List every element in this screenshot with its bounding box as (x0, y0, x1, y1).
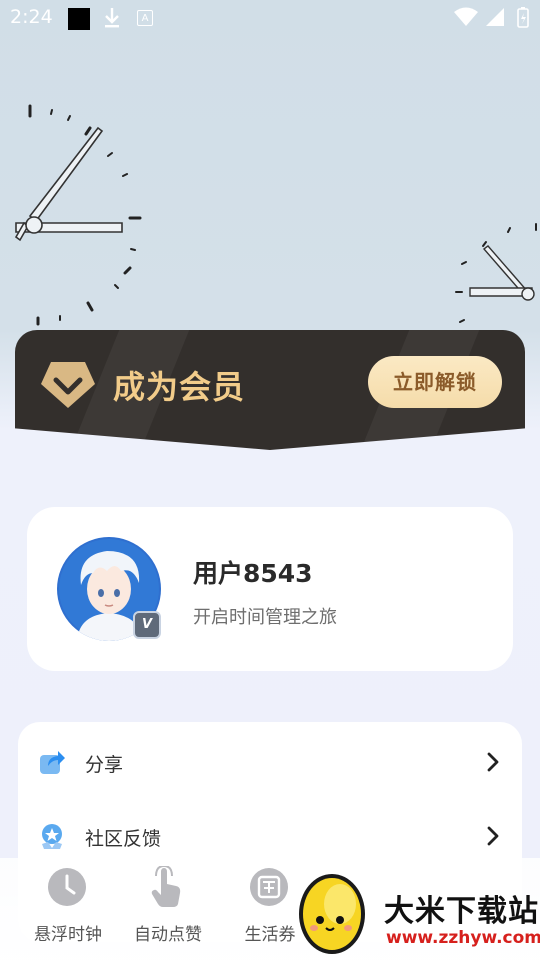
menu-label-share: 分享 (85, 754, 124, 776)
signal-icon (486, 8, 504, 26)
watermark-title: 大米下载站 (384, 894, 539, 929)
system-status-icons (454, 7, 529, 28)
wifi-icon (454, 7, 478, 26)
unlock-now-button[interactable]: 立即解锁 (368, 356, 502, 408)
share-icon (40, 751, 65, 774)
chevron-right-icon (487, 826, 499, 846)
tab-label: 自动点赞 (134, 925, 202, 945)
download-icon (105, 8, 119, 28)
status-bar: 2:24 A (0, 0, 540, 36)
clock-icon (48, 868, 86, 906)
decorative-clock-large (14, 104, 142, 326)
feedback-icon (42, 824, 62, 849)
profile-card[interactable]: V 用户8543 开启时间管理之旅 (27, 507, 513, 671)
menu-item-share[interactable]: 分享 (18, 726, 522, 796)
tab-label: 悬浮时钟 (34, 925, 102, 945)
tab-auto-like[interactable]: 自动点赞 (118, 866, 218, 956)
vip-badge: V (133, 611, 161, 639)
egg-mascot-logo (299, 874, 365, 954)
menu-label-feedback: 社区反馈 (85, 828, 162, 850)
vip-banner[interactable]: 成为会员 立即解锁 (15, 330, 525, 450)
diamond-icon (41, 362, 95, 408)
coupon-icon (250, 868, 288, 906)
watermark-url: www.zzhyw.com (386, 928, 540, 948)
vip-title: 成为会员 (113, 368, 246, 406)
status-time: 2:24 (10, 6, 53, 28)
chevron-right-icon (487, 752, 499, 772)
tap-hand-icon (151, 866, 181, 907)
profile-subtitle: 开启时间管理之旅 (193, 607, 337, 628)
username: 用户8543 (193, 559, 313, 588)
tab-floating-clock[interactable]: 悬浮时钟 (18, 866, 118, 956)
notification-black-square-icon (68, 8, 90, 30)
a-icon: A (137, 10, 153, 26)
